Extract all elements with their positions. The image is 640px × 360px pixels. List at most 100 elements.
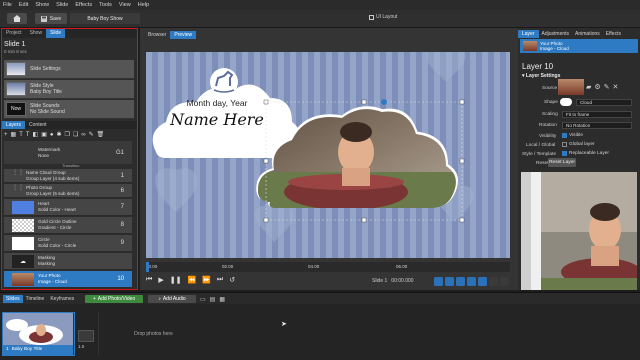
copy-icon[interactable]: ❐ <box>65 131 70 138</box>
folder-icon[interactable]: ▰ <box>586 83 591 91</box>
time-mark: 02.00 <box>222 264 234 269</box>
menu-show[interactable]: Show <box>35 2 49 8</box>
layer-watermark[interactable]: Watermark None G1 <box>4 141 132 165</box>
add-photo-video-button[interactable]: + Add Photo/Video <box>85 295 143 303</box>
play-icon[interactable]: ▶ <box>158 276 163 284</box>
delete-icon[interactable]: ✕ <box>613 83 619 91</box>
reset-label: Reset <box>536 161 549 166</box>
slide-settings-row[interactable]: Slide Settings <box>4 60 134 79</box>
link-icon[interactable]: ∞ <box>81 132 85 138</box>
save-button[interactable]: Save <box>35 13 67 24</box>
source-thumbnail[interactable] <box>558 79 584 95</box>
tab-project[interactable]: Project <box>2 29 26 38</box>
menu-effects[interactable]: Effects <box>75 2 92 8</box>
tab-keyframes[interactable]: Keyframes <box>47 295 77 303</box>
prev-icon[interactable]: ⏪ <box>187 276 196 284</box>
go-start-icon[interactable]: ⏮ <box>146 276 152 284</box>
tile-view-icon[interactable]: ▦ <box>219 296 225 303</box>
rotation-select[interactable]: No Rotation <box>562 122 632 129</box>
layer-gold-circle-outline[interactable]: Gold Circle Outline Gradient - Circle 8 <box>4 217 132 234</box>
layer-name-cloud-group[interactable]: ⋮⋮ Name Cloud Group Group Layer (4 sub it… <box>4 169 132 183</box>
delete-icon[interactable]: 🗑 <box>97 131 105 138</box>
next-icon[interactable]: ⏩ <box>202 276 211 284</box>
tab-layer[interactable]: Layer <box>518 30 539 38</box>
scaling-select[interactable]: Fit to frame <box>562 111 632 118</box>
tab-slide[interactable]: Slide <box>46 29 66 38</box>
menu-slide[interactable]: Slide <box>56 2 68 8</box>
menu-file[interactable]: File <box>3 2 12 8</box>
tab-layers[interactable]: Layers <box>2 121 26 129</box>
safe-zone-icon[interactable] <box>489 277 498 286</box>
move-tool-icon[interactable] <box>445 277 454 286</box>
toolbar: Save Baby Boy Show UI Layout <box>0 10 640 28</box>
go-end-icon[interactable]: ⏭ <box>217 276 223 284</box>
edit-icon[interactable]: ✎ <box>604 83 610 91</box>
shape-label: Shape <box>544 100 558 105</box>
now-thumb: Now <box>6 102 26 116</box>
tab-animations[interactable]: Animations <box>572 30 603 38</box>
image-icon[interactable]: ▣ <box>41 131 47 138</box>
layer-sub: Solid Color - Circle <box>38 243 77 248</box>
layer-masking[interactable]: ☁ Masking Masking <box>4 253 132 270</box>
tab-effects[interactable]: Effects <box>603 30 624 38</box>
rotate-tool-icon[interactable] <box>456 277 465 286</box>
transition-thumbnail[interactable] <box>78 330 94 342</box>
tab-slides[interactable]: Slides <box>3 295 23 303</box>
selected-layer-header[interactable]: Your Photo Image - Cloud <box>520 39 638 53</box>
menu-edit[interactable]: Edit <box>19 2 28 8</box>
slide-view-icon[interactable]: ▭ <box>200 296 206 303</box>
selected-layer-thumb <box>523 41 537 51</box>
tab-adjustments[interactable]: Adjustments <box>539 30 573 38</box>
menu-view[interactable]: View <box>119 2 131 8</box>
list-view-icon[interactable]: ▤ <box>210 296 216 303</box>
grid-icon[interactable]: ▦ <box>11 131 17 138</box>
selected-layer-sub: Image - Cloud <box>540 46 569 51</box>
tab-show[interactable]: Show <box>26 29 47 38</box>
layer-circle[interactable]: Circle Solid Color - Circle 9 <box>4 235 132 252</box>
menu-help[interactable]: Help <box>138 2 149 8</box>
circle-icon[interactable]: ● <box>50 132 54 138</box>
layer-heart[interactable]: Heart Solid Color - Heart 7 <box>4 199 132 216</box>
add-audio-button[interactable]: ♪ Add Audio <box>148 295 196 303</box>
layer-number: 1 <box>120 172 124 179</box>
edit-icon[interactable]: ✎ <box>89 131 94 138</box>
settings-icon[interactable]: ⚙ <box>594 83 600 91</box>
pause-icon[interactable]: ❚❚ <box>170 276 182 284</box>
layer-your-photo[interactable]: Your Photo Image - Cloud 10 <box>4 271 132 288</box>
layer-photo-group[interactable]: ⋮⋮ Photo Group Group Layer (5 sub items) … <box>4 184 132 198</box>
tab-preview[interactable]: Preview <box>170 31 197 39</box>
right-tab-row: Layer Adjustments Animations Effects <box>518 30 640 38</box>
replaceable-checkbox[interactable]: Replaceable Layer <box>562 151 609 156</box>
global-layer-checkbox[interactable]: Global layer <box>562 142 595 147</box>
loop-icon[interactable]: ↺ <box>229 276 235 284</box>
shape-select[interactable]: Cloud <box>576 99 632 106</box>
style-thumb <box>6 82 26 96</box>
tab-content[interactable]: Content <box>25 121 51 129</box>
slide-canvas[interactable]: Month day, Year Name Here <box>146 52 510 258</box>
show-title-field[interactable]: Baby Boy Show <box>70 13 140 24</box>
gear-icon[interactable]: ✱ <box>57 131 62 138</box>
drop-zone[interactable]: Drop photos here <box>98 312 208 356</box>
tab-browser[interactable]: Browser <box>144 31 170 39</box>
shape-icon[interactable]: ◧ <box>33 131 39 138</box>
select-tool-icon[interactable] <box>434 277 443 286</box>
visible-checkbox[interactable]: Visible <box>562 133 583 138</box>
slide-style-row[interactable]: Slide Style Baby Boy Title <box>4 80 134 99</box>
add-layer-icon[interactable]: + <box>4 132 8 138</box>
tab-timeline[interactable]: Timeline <box>23 295 48 303</box>
slide-sounds-row[interactable]: Now Slide Sounds No Slide Sound <box>4 100 134 119</box>
global-layer-label: Global layer <box>569 142 595 147</box>
menu-tools[interactable]: Tools <box>99 2 112 8</box>
playhead[interactable] <box>146 262 149 272</box>
layer-number: G1 <box>115 149 124 156</box>
ui-layout-button[interactable]: UI Layout <box>369 14 397 20</box>
zoom-tool-icon[interactable] <box>467 277 476 286</box>
color-tool-icon[interactable] <box>478 277 487 286</box>
grid-toggle-icon[interactable] <box>500 277 509 286</box>
paste-icon[interactable]: ❑ <box>73 131 78 138</box>
reset-layer-button[interactable]: Reset Layer <box>548 158 576 167</box>
text-icon[interactable]: T <box>19 132 23 138</box>
text-style-icon[interactable]: T <box>26 132 30 138</box>
home-button[interactable] <box>7 13 27 24</box>
slide-thumbnail[interactable]: 1 Baby Boy Title <box>2 312 75 356</box>
